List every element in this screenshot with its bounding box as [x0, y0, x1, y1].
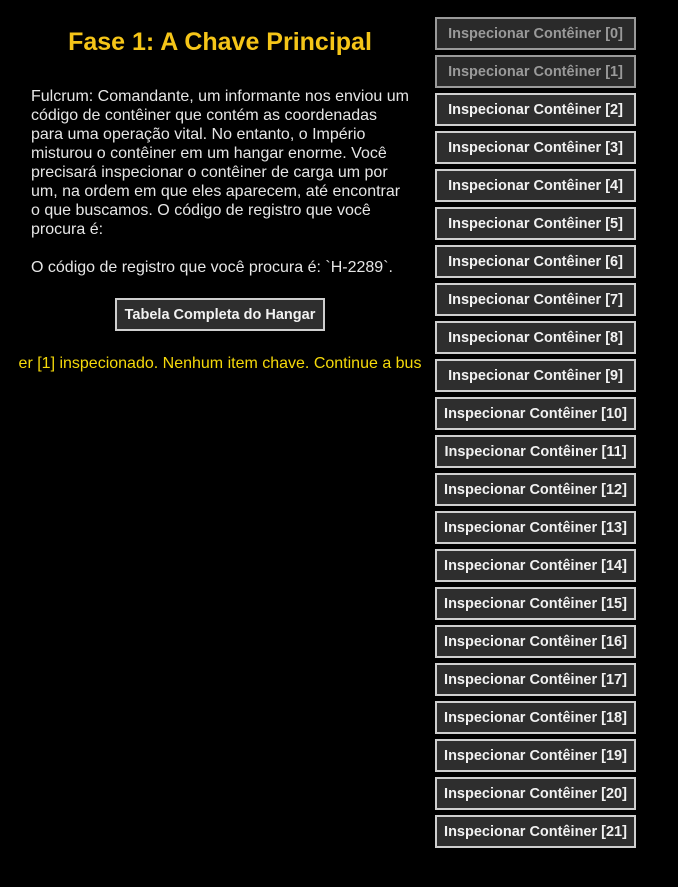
inspect-container-button-3[interactable]: Inspecionar Contêiner [3]	[435, 131, 636, 164]
inspect-container-button-12[interactable]: Inspecionar Contêiner [12]	[435, 473, 636, 506]
inspect-container-button-13[interactable]: Inspecionar Contêiner [13]	[435, 511, 636, 544]
mission-panel: Fase 1: A Chave Principal Fulcrum: Coman…	[0, 0, 440, 887]
inspect-container-button-18[interactable]: Inspecionar Contêiner [18]	[435, 701, 636, 734]
container-button-list: Inspecionar Contêiner [0] Inspecionar Con…	[435, 17, 636, 853]
hangar-table-button[interactable]: Tabela Completa do Hangar	[115, 298, 325, 331]
inspect-container-button-16[interactable]: Inspecionar Contêiner [16]	[435, 625, 636, 658]
registry-code-line: O código de registro que você procura é:…	[31, 259, 393, 276]
mission-briefing: Fulcrum: Comandante, um informante nos e…	[31, 88, 409, 238]
page: Fase 1: A Chave Principal Fulcrum: Coman…	[0, 0, 678, 887]
inspect-container-button-20[interactable]: Inspecionar Contêiner [20]	[435, 777, 636, 810]
status-message: er [1] inspecionado. Nenhum item chave. …	[18, 355, 422, 372]
inspect-container-button-11[interactable]: Inspecionar Contêiner [11]	[435, 435, 636, 468]
inspect-container-button-17[interactable]: Inspecionar Contêiner [17]	[435, 663, 636, 696]
inspect-container-button-9[interactable]: Inspecionar Contêiner [9]	[435, 359, 636, 392]
inspect-container-button-1: Inspecionar Contêiner [1]	[435, 55, 636, 88]
inspect-container-button-5[interactable]: Inspecionar Contêiner [5]	[435, 207, 636, 240]
inspect-container-button-6[interactable]: Inspecionar Contêiner [6]	[435, 245, 636, 278]
inspect-container-button-14[interactable]: Inspecionar Contêiner [14]	[435, 549, 636, 582]
inspect-container-button-2[interactable]: Inspecionar Contêiner [2]	[435, 93, 636, 126]
inspect-container-button-15[interactable]: Inspecionar Contêiner [15]	[435, 587, 636, 620]
inspect-container-button-21[interactable]: Inspecionar Contêiner [21]	[435, 815, 636, 848]
inspect-container-button-0: Inspecionar Contêiner [0]	[435, 17, 636, 50]
inspect-container-button-7[interactable]: Inspecionar Contêiner [7]	[435, 283, 636, 316]
inspect-container-button-10[interactable]: Inspecionar Contêiner [10]	[435, 397, 636, 430]
status-message-container: er [1] inspecionado. Nenhum item chave. …	[0, 354, 440, 373]
inspect-container-button-8[interactable]: Inspecionar Contêiner [8]	[435, 321, 636, 354]
inspect-container-button-4[interactable]: Inspecionar Contêiner [4]	[435, 169, 636, 202]
page-title: Fase 1: A Chave Principal	[68, 28, 372, 56]
inspect-container-button-19[interactable]: Inspecionar Contêiner [19]	[435, 739, 636, 772]
